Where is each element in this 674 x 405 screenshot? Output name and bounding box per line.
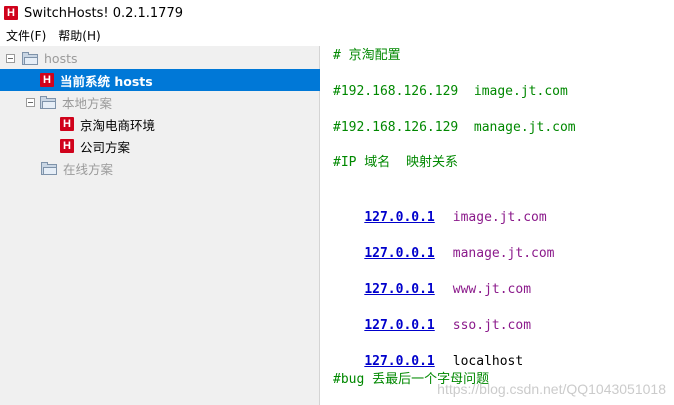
tree-item-label: 当前系统 hosts <box>60 73 153 89</box>
comment-line: #192.168.126.129 manage.jt.com <box>333 120 576 135</box>
comment-line: # 京淘配置 <box>333 48 401 63</box>
window-title: SwitchHosts! 0.2.1.1779 <box>24 5 183 21</box>
comment-line: #192.168.126.129 image.jt.com <box>333 84 568 99</box>
hostname: manage.jt.com <box>452 246 555 261</box>
tree-group-online[interactable]: 在线方案 <box>0 157 320 179</box>
watermark: https://blog.csdn.net/QQ1043051018 <box>437 381 666 397</box>
folder-icon <box>41 161 57 175</box>
hostname: www.jt.com <box>452 282 532 297</box>
hostname: sso.jt.com <box>452 318 532 333</box>
tree-item-label: 公司方案 <box>80 139 131 155</box>
tree-item-company-plan[interactable]: H 公司方案 <box>0 135 320 157</box>
tree-item-jingtao-env[interactable]: H 京淘电商环境 <box>0 113 320 135</box>
ip-address-link[interactable]: 127.0.0.1 <box>364 210 434 225</box>
menu-file[interactable]: 文件(F) <box>0 26 52 46</box>
tree-root-label: hosts <box>44 50 78 66</box>
collapse-toggle-icon[interactable] <box>26 97 35 107</box>
ip-address-link[interactable]: 127.0.0.1 <box>364 246 434 261</box>
menu-bar: 文件(F) 帮助(H) <box>0 26 674 46</box>
collapse-toggle-icon[interactable] <box>6 53 15 63</box>
host-entry-line: 127.0.0.1 sso.jt.com <box>333 299 531 333</box>
title-bar: H SwitchHosts! 0.2.1.1779 <box>0 0 674 26</box>
ip-address-link[interactable]: 127.0.0.1 <box>364 282 434 297</box>
app-logo-icon: H <box>4 6 18 20</box>
tree-item-label: 京淘电商环境 <box>80 117 156 133</box>
tree-group-label: 在线方案 <box>63 161 114 177</box>
tree-item-current-system-hosts[interactable]: H 当前系统 hosts <box>0 69 320 91</box>
hosts-tree-sidebar: hosts H 当前系统 hosts 本地方案 H 京淘电商环境 H 公司方案 … <box>0 46 320 405</box>
tree-group-label: 本地方案 <box>62 95 113 111</box>
host-entry-line: 127.0.0.1 localhost <box>333 335 523 369</box>
folder-icon <box>40 95 56 109</box>
hosts-file-icon: H <box>40 73 54 87</box>
ip-address-link[interactable]: 127.0.0.1 <box>364 318 434 333</box>
folder-icon <box>22 51 38 65</box>
hosts-editor[interactable]: # 京淘配置 #192.168.126.129 image.jt.com #19… <box>331 46 674 405</box>
ip-address-link[interactable]: 127.0.0.1 <box>364 354 434 369</box>
host-entry-line: 127.0.0.1 image.jt.com <box>333 191 546 225</box>
hosts-file-icon: H <box>60 117 74 131</box>
comment-line: #IP 域名 映射关系 <box>333 155 458 170</box>
tree-group-local[interactable]: 本地方案 <box>0 91 320 113</box>
hostname: localhost <box>452 354 524 369</box>
host-entry-line: 127.0.0.1 www.jt.com <box>333 263 531 297</box>
tree-root-hosts[interactable]: hosts <box>0 47 320 69</box>
menu-help[interactable]: 帮助(H) <box>52 26 106 46</box>
hostname: image.jt.com <box>452 210 547 225</box>
host-entry-line: 127.0.0.1 manage.jt.com <box>333 227 554 261</box>
hosts-file-icon: H <box>60 139 74 153</box>
